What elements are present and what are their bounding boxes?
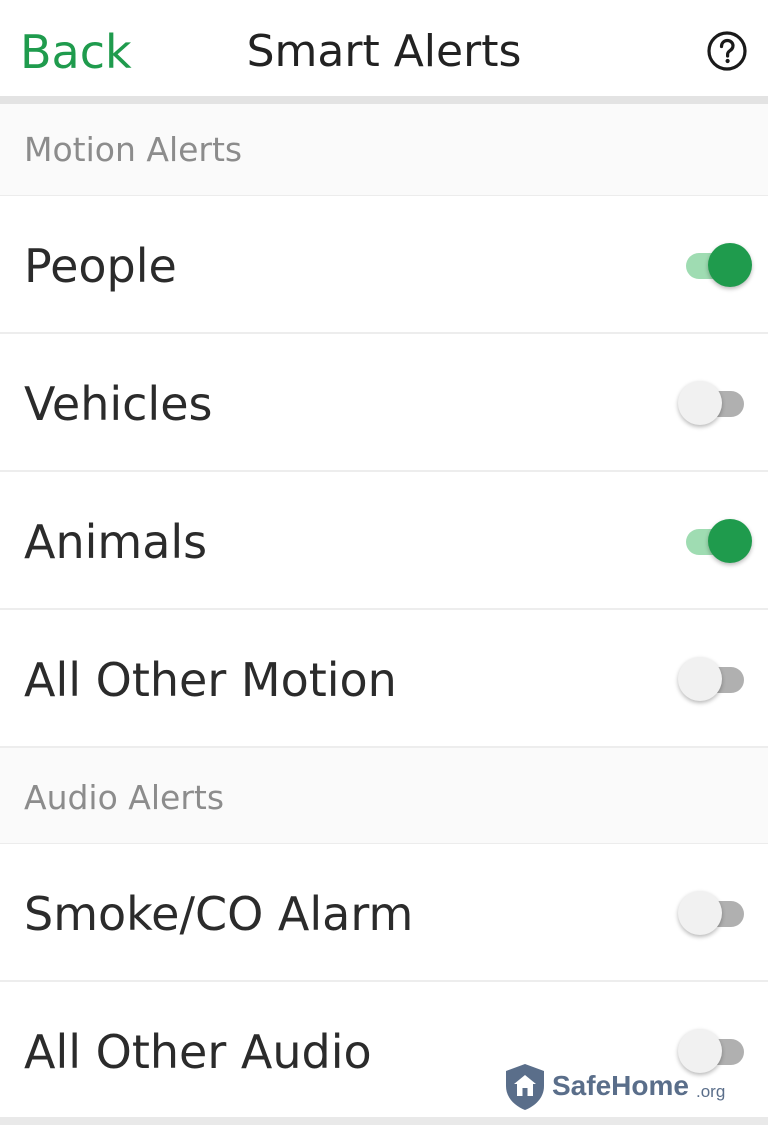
all-other-motion-toggle[interactable]: [678, 656, 752, 702]
people-toggle[interactable]: [678, 242, 752, 288]
alert-row-vehicles: Vehicles: [0, 334, 768, 472]
section-header-audio-alerts: Audio Alerts: [0, 748, 768, 844]
smart-alerts-screen: Back Smart Alerts Motion Alerts People V…: [0, 0, 768, 1125]
alert-label: All Other Motion: [24, 653, 397, 707]
watermark-brand: SafeHome: [552, 1070, 689, 1101]
toggle-thumb: [708, 519, 752, 563]
bottom-divider: [0, 1117, 768, 1125]
alert-label: All Other Audio: [24, 1025, 372, 1079]
safehome-watermark: SafeHome .org: [504, 1060, 744, 1116]
watermark-tld: .org: [696, 1082, 726, 1101]
toggle-thumb: [708, 243, 752, 287]
smoke-co-alarm-toggle[interactable]: [678, 890, 752, 936]
toggle-thumb: [678, 891, 722, 935]
alert-label: People: [24, 239, 177, 293]
help-circle-icon[interactable]: [706, 30, 748, 72]
alert-label: Smoke/CO Alarm: [24, 887, 414, 941]
header-divider: [0, 96, 768, 104]
toggle-thumb: [678, 381, 722, 425]
toggle-thumb: [678, 657, 722, 701]
nav-header: Back Smart Alerts: [0, 0, 768, 96]
alert-label: Vehicles: [24, 377, 213, 431]
vehicles-toggle[interactable]: [678, 380, 752, 426]
section-header-motion-alerts: Motion Alerts: [0, 104, 768, 196]
alert-row-all-other-motion: All Other Motion: [0, 610, 768, 748]
section-title: Audio Alerts: [24, 778, 225, 817]
page-title: Smart Alerts: [246, 26, 522, 77]
section-title: Motion Alerts: [24, 130, 243, 169]
alert-row-animals: Animals: [0, 472, 768, 610]
house-shield-icon: [506, 1064, 544, 1110]
alert-row-people: People: [0, 196, 768, 334]
animals-toggle[interactable]: [678, 518, 752, 564]
alert-row-smoke-co-alarm: Smoke/CO Alarm: [0, 844, 768, 982]
alert-label: Animals: [24, 515, 208, 569]
